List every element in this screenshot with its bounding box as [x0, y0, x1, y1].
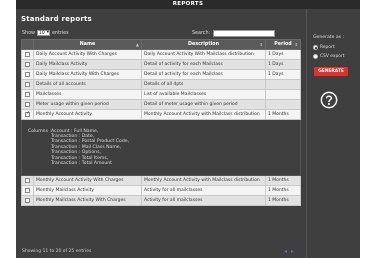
- report-name: Mailclasses: [33, 89, 142, 100]
- table-row[interactable]: Daily Account Activity With Charges Daily…: [21, 49, 301, 60]
- report-name: Daily Mailclass Activity: [33, 59, 142, 70]
- reports-panel: Standard reports Show 10 entries Search:…: [16, 9, 306, 258]
- report-name: Daily Account Activity With Charges: [33, 49, 142, 60]
- radio-report-label: Report: [320, 45, 335, 50]
- columns-label: Columns :: [28, 128, 51, 134]
- radio-csv-export[interactable]: CSV export: [313, 54, 344, 59]
- search-input[interactable]: [213, 30, 276, 37]
- entries-label: entries: [51, 30, 69, 36]
- row-checkbox[interactable]: [25, 177, 30, 183]
- table-row[interactable]: Daily Mailclass Activity Detail of activi…: [21, 59, 301, 70]
- report-period: [265, 99, 301, 110]
- report-description: Detail of meter usage within given perio…: [141, 99, 266, 110]
- sort-both-icon: ⇕: [259, 42, 263, 47]
- row-checkbox[interactable]: [25, 111, 30, 117]
- report-details-row: Columns : Account : Full Name, Transactio…: [21, 119, 301, 176]
- radio-csv-label: CSV export: [320, 54, 345, 59]
- report-name: Monthly Account Activity With Charges: [33, 175, 142, 186]
- report-description: Detail of activity for each Mailclass: [141, 69, 266, 80]
- sort-both-icon: ⇕: [294, 42, 298, 47]
- sort-asc-icon: ▲: [135, 42, 139, 47]
- report-description: Activity for all mailclasses: [141, 195, 266, 206]
- radio-unselected-icon: [313, 54, 318, 59]
- name-column-header[interactable]: Name ▲: [33, 39, 142, 50]
- generate-panel: Generate as : Report CSV export GENERATE: [306, 9, 360, 258]
- report-name: Monthly Mailclass Activity: [33, 185, 142, 196]
- table-row[interactable]: Meter usage within given period Detail of…: [21, 99, 301, 110]
- row-checkbox[interactable]: [25, 61, 30, 67]
- table-row[interactable]: Details of all accounts Details of all dp…: [21, 79, 301, 90]
- column-item: Transaction : Postal Product Code,: [51, 139, 130, 145]
- row-checkbox[interactable]: [25, 91, 30, 97]
- report-name: Daily Mailclass Activity With Charges: [33, 69, 142, 80]
- table-row[interactable]: Monthly Account Activity With Charges Mon…: [21, 175, 301, 186]
- report-name: Meter usage within given period: [33, 99, 142, 110]
- report-description: Monthly Account Activity with Mailclass …: [141, 109, 266, 120]
- question-circle-icon[interactable]: [320, 91, 338, 109]
- pagination: ◂ ▸: [284, 248, 294, 255]
- report-description: Activity for all mailclasses: [141, 185, 266, 196]
- report-description: Daily Account Activity With Mailclass di…: [141, 49, 266, 60]
- report-period: 1 Months: [265, 175, 301, 186]
- report-name: Monthly Mailclass Activity With Charges: [33, 195, 142, 206]
- report-period: [265, 79, 301, 90]
- row-checkbox[interactable]: [25, 101, 30, 107]
- report-period: 1 Months: [265, 195, 301, 206]
- show-label: Show: [22, 30, 35, 36]
- row-checkbox[interactable]: [25, 71, 30, 77]
- table-row[interactable]: Daily Mailclass Activity With Charges Det…: [21, 69, 301, 80]
- column-item: Transaction : Total Amount: [51, 161, 112, 167]
- table-row[interactable]: Monthly Account ActivityMonthly Account …: [21, 109, 301, 120]
- table-info: Showing 11 to 20 of 25 entries: [22, 249, 92, 254]
- table-row[interactable]: Mailclasses List of available Mailclasses: [21, 89, 301, 100]
- report-period: [265, 89, 301, 100]
- generate-as-label: Generate as :: [313, 35, 345, 40]
- select-column-header: [21, 39, 34, 50]
- row-checkbox[interactable]: [25, 187, 30, 193]
- entries-select[interactable]: 10: [36, 30, 50, 36]
- table-row[interactable]: Monthly Mailclass Activity Activity for a…: [21, 185, 301, 196]
- next-page-icon[interactable]: ▸: [291, 248, 294, 255]
- report-period: 1 Days: [265, 59, 301, 70]
- page-title: Standard reports: [21, 15, 92, 23]
- reports-table: Name ▲ Description ⇕ Period ⇕ Daily Account…: [21, 39, 301, 206]
- generate-button[interactable]: GENERATE: [314, 67, 348, 76]
- period-column-header[interactable]: Period ⇕: [265, 39, 301, 50]
- radio-selected-icon: [313, 45, 318, 50]
- report-period: 1 Months: [265, 185, 301, 196]
- search-label: Search:: [192, 31, 211, 36]
- report-description: List of available Mailclasses: [141, 89, 266, 100]
- row-checkbox[interactable]: [25, 81, 30, 87]
- report-description: Details of all dpts: [141, 79, 266, 90]
- report-name: Monthly Account Activity: [33, 109, 142, 120]
- table-row[interactable]: Monthly Mailclass Activity With Charges A…: [21, 195, 301, 206]
- report-description: Monthly Account Activity with Mailclass …: [141, 175, 266, 186]
- report-period: 1 Days: [265, 69, 301, 80]
- entries-length-control: Show 10 entries: [22, 30, 69, 36]
- report-period: 1 Days: [265, 49, 301, 60]
- report-description: Detail of activity for each Mailclass: [141, 59, 266, 70]
- search-control: Search:: [192, 30, 276, 37]
- description-column-header[interactable]: Description ⇕: [141, 39, 266, 50]
- window-title: REPORTS: [16, 0, 360, 9]
- radio-report[interactable]: Report: [313, 45, 335, 50]
- report-name: Details of all accounts: [33, 79, 142, 90]
- row-checkbox[interactable]: [25, 51, 30, 57]
- prev-page-icon[interactable]: ◂: [284, 248, 287, 255]
- report-period: 1 Months: [265, 109, 301, 120]
- row-checkbox[interactable]: [25, 197, 30, 203]
